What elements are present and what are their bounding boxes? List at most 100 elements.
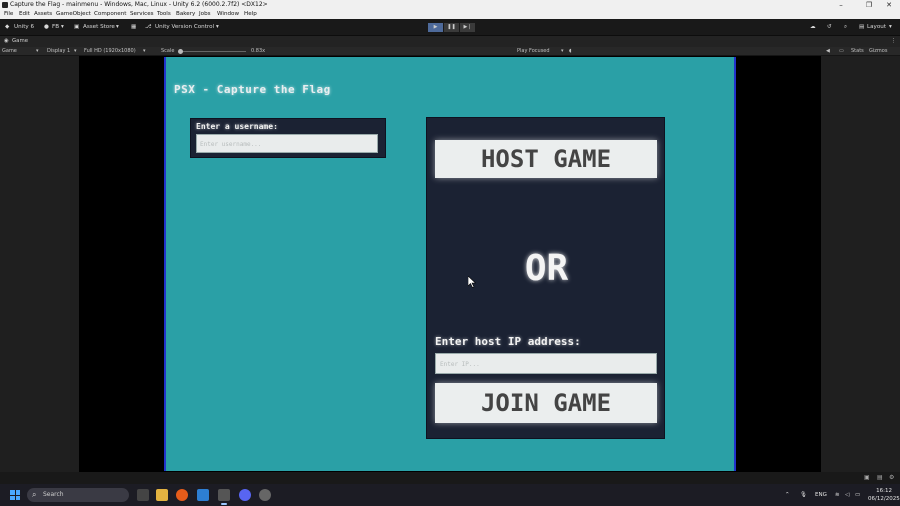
unity-logo-icon: ◆ (5, 24, 10, 30)
maximize-button[interactable]: ❐ (858, 0, 880, 10)
layout-dropdown[interactable]: Layout (867, 19, 886, 36)
menu-bar: File Edit Assets GameObject Component Se… (0, 10, 900, 19)
progress-icon[interactable]: ▤ (877, 474, 883, 481)
chevron-down-icon: ▾ (889, 24, 892, 30)
version-control-dropdown[interactable]: Unity Version Control (155, 19, 214, 36)
chevron-down-icon: ▾ (61, 24, 64, 30)
username-input[interactable]: Enter username... (196, 134, 378, 153)
layout-icon: ▤ (859, 24, 865, 30)
windows-taskbar: ⌕ Search ⌃ 🎙 ENG ≋ ◁ ▭ 16:12 06/12/2025 (0, 484, 900, 506)
editor-status-bar: ▣ ▤ ⚙ (0, 472, 900, 484)
windows-start-icon[interactable] (10, 490, 20, 500)
resolution-dropdown[interactable]: Full HD (1920x1080) (84, 47, 136, 56)
battery-icon[interactable]: ▭ (855, 484, 860, 506)
search-icon: ⌕ (32, 490, 37, 499)
menu-bakery[interactable]: Bakery (176, 10, 195, 19)
game-tab-icon: ◉ (4, 38, 9, 44)
menu-window[interactable]: Window (217, 10, 239, 19)
menu-services[interactable]: Services (130, 10, 154, 19)
unity-app-icon (2, 2, 8, 8)
unity-version-label[interactable]: Unity 6 (14, 19, 34, 36)
ip-address-label: Enter host IP address: (435, 335, 581, 348)
scale-value: 0.83x (251, 48, 266, 54)
menu-gameobject[interactable]: GameObject (56, 10, 91, 19)
unity-taskbar-icon[interactable] (218, 489, 230, 505)
taskbar-search-label: Search (43, 491, 64, 498)
username-label: Enter a username: (196, 122, 278, 131)
asset-store-icon: ▣ (74, 24, 80, 30)
chevron-down-icon: ▾ (36, 48, 39, 54)
task-view-icon[interactable] (137, 489, 149, 501)
join-game-button[interactable]: JOIN GAME (435, 383, 657, 423)
steam-icon[interactable] (259, 489, 271, 501)
speaker-icon[interactable]: ◀ (826, 47, 830, 56)
clock-time: 16:12 (876, 488, 892, 494)
chevron-down-icon: ▾ (143, 48, 146, 54)
menu-component[interactable]: Component (94, 10, 126, 19)
clock-date: 06/12/2025 (868, 496, 900, 502)
history-icon[interactable]: ↺ (827, 19, 832, 36)
taskbar-clock[interactable]: 16:12 06/12/2025 (868, 487, 900, 503)
chevron-down-icon: ▾ (561, 48, 564, 54)
menu-tools[interactable]: Tools (157, 10, 171, 19)
notification-icon[interactable]: ▣ (864, 474, 870, 481)
menu-assets[interactable]: Assets (34, 10, 52, 19)
version-control-icon: ⎇ (145, 24, 152, 30)
play-focused-dropdown[interactable]: Play Focused (517, 47, 550, 56)
microphone-icon[interactable]: 🎙 (800, 484, 807, 506)
stats-button[interactable]: Stats (851, 47, 864, 56)
connection-panel: HOST GAME OR Enter host IP address: Ente… (426, 117, 665, 439)
taskbar-search[interactable]: ⌕ Search (27, 488, 129, 502)
toggle-icon[interactable]: ▭ (839, 47, 844, 56)
chevron-down-icon: ▾ (74, 48, 77, 54)
more-options-icon[interactable]: ⋮ (891, 36, 896, 47)
scale-label: Scale (161, 48, 175, 54)
menu-jobs[interactable]: Jobs (199, 10, 211, 19)
firefox-icon[interactable] (176, 489, 188, 501)
game-view-toolbar: Game ▾ Display 1 ▾ Full HD (1920x1080) ▾… (0, 47, 900, 56)
play-button[interactable]: ▶ (428, 23, 443, 32)
view-mode-dropdown[interactable]: Game (2, 47, 17, 56)
chevron-down-icon: ▾ (116, 24, 119, 30)
playmode-controls: ▶ ❚❚ ▶❘ (428, 23, 475, 32)
game-tab-bar: ◉ Game ⋮ (0, 36, 900, 47)
language-indicator[interactable]: ENG (815, 484, 827, 506)
volume-icon[interactable]: ◁ (845, 484, 849, 506)
game-screen: PSX - Capture the Flag Enter a username:… (164, 57, 736, 471)
scale-slider-handle[interactable] (178, 49, 183, 54)
close-button[interactable]: ✕ (878, 0, 900, 10)
menu-help[interactable]: Help (244, 10, 257, 19)
grid-icon[interactable]: ▦ (131, 19, 136, 36)
wifi-icon[interactable]: ≋ (835, 484, 840, 506)
chevron-down-icon: ▾ (216, 24, 219, 30)
settings-icon[interactable]: ⚙ (889, 474, 894, 481)
main-toolbar: ◆ Unity 6 ● FB ▾ ▣ Asset Store ▾ ▦ ⎇ Uni… (0, 19, 900, 36)
or-label: OR (524, 248, 569, 289)
host-game-button[interactable]: HOST GAME (435, 140, 657, 178)
file-explorer-icon[interactable] (156, 489, 168, 501)
ip-address-input[interactable]: Enter IP... (435, 353, 657, 374)
username-panel: Enter a username: Enter username... (190, 118, 386, 158)
asset-store-dropdown[interactable]: Asset Store (83, 19, 115, 36)
vscode-icon[interactable] (197, 489, 209, 501)
audio-mute-icon[interactable]: ◖ (569, 47, 572, 56)
scale-slider-track[interactable] (180, 51, 246, 52)
account-icon: ● (44, 24, 49, 30)
tray-chevron-up-icon[interactable]: ⌃ (785, 484, 790, 506)
tab-game[interactable]: Game (12, 36, 28, 47)
menu-edit[interactable]: Edit (19, 10, 30, 19)
step-button[interactable]: ▶❘ (460, 23, 475, 32)
discord-icon[interactable] (239, 489, 251, 501)
gizmos-button[interactable]: Gizmos (869, 47, 887, 56)
menu-file[interactable]: File (4, 10, 13, 19)
game-title: PSX - Capture the Flag (174, 83, 331, 96)
display-dropdown[interactable]: Display 1 (47, 47, 70, 56)
cloud-icon[interactable]: ☁ (810, 19, 816, 36)
mouse-cursor-icon (468, 276, 476, 288)
search-icon[interactable]: ⌕ (844, 19, 847, 36)
pause-button[interactable]: ❚❚ (444, 23, 459, 32)
window-title-bar: Capture the Flag - mainmenu - Windows, M… (0, 0, 900, 10)
window-title: Capture the Flag - mainmenu - Windows, M… (10, 1, 268, 8)
account-dropdown[interactable]: FB (52, 19, 59, 36)
minimize-button[interactable]: – (830, 0, 852, 10)
